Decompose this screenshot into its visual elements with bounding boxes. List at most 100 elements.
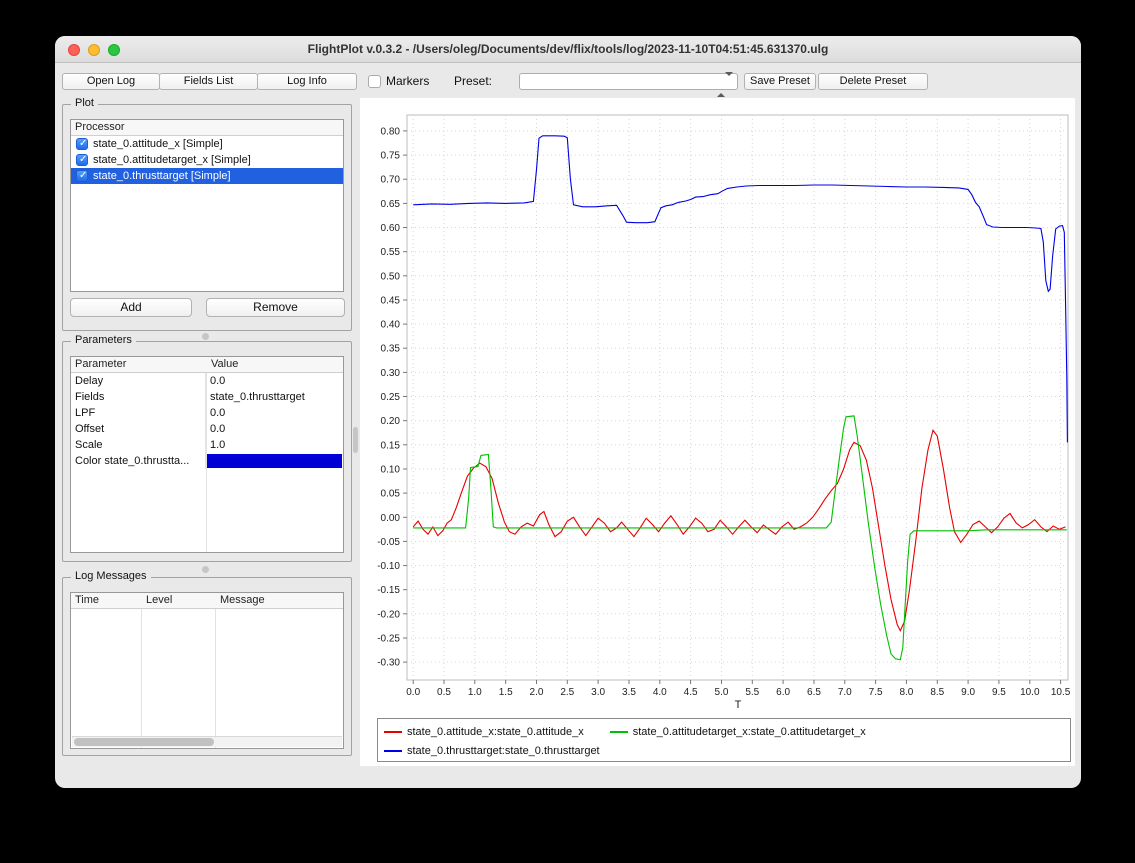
horizontal-scrollbar[interactable] bbox=[72, 736, 342, 747]
titlebar[interactable]: FlightPlot v.0.3.2 - /Users/oleg/Documen… bbox=[55, 36, 1081, 63]
svg-text:0.30: 0.30 bbox=[381, 368, 401, 379]
add-button[interactable]: Add bbox=[70, 298, 192, 317]
series-label: state_0.attitudetarget_x [Simple] bbox=[93, 154, 251, 166]
remove-button[interactable]: Remove bbox=[206, 298, 345, 317]
vertical-splitter-handle[interactable] bbox=[353, 427, 358, 453]
log-messages-table[interactable]: Time Level Message bbox=[70, 592, 344, 749]
series-label: state_0.attitude_x [Simple] bbox=[93, 138, 223, 150]
series-label: state_0.thrusttarget [Simple] bbox=[93, 170, 231, 182]
parameter-value[interactable]: state_0.thrusttarget bbox=[206, 389, 343, 405]
chart-canvas[interactable]: 0.800.750.700.650.600.550.500.450.400.35… bbox=[360, 98, 1075, 716]
svg-text:0.25: 0.25 bbox=[381, 392, 401, 403]
svg-text:-0.05: -0.05 bbox=[377, 537, 400, 548]
processor-table[interactable]: Processor state_0.attitude_x [Simple] st… bbox=[70, 119, 344, 292]
parameter-name: LPF bbox=[71, 405, 206, 421]
minimize-window-button[interactable] bbox=[88, 44, 100, 56]
column-divider bbox=[206, 357, 207, 552]
zoom-window-button[interactable] bbox=[108, 44, 120, 56]
preset-combobox[interactable] bbox=[519, 73, 738, 90]
splitter-handle[interactable] bbox=[202, 566, 209, 573]
plot-series-row[interactable]: state_0.attitude_x [Simple] bbox=[71, 136, 343, 152]
series-checkbox[interactable] bbox=[76, 154, 88, 166]
open-log-button[interactable]: Open Log bbox=[62, 73, 160, 90]
svg-text:1.5: 1.5 bbox=[499, 687, 513, 698]
svg-text:0.10: 0.10 bbox=[381, 465, 401, 476]
parameters-table-header: Parameter Value bbox=[71, 357, 343, 373]
parameters-table[interactable]: Parameter Value Delay 0.0 Fields state_0… bbox=[70, 356, 344, 553]
markers-label: Markers bbox=[386, 73, 429, 90]
svg-text:0.40: 0.40 bbox=[381, 320, 401, 331]
parameter-row[interactable]: Fields state_0.thrusttarget bbox=[71, 389, 343, 405]
svg-text:0.65: 0.65 bbox=[381, 199, 401, 210]
svg-text:9.0: 9.0 bbox=[961, 687, 975, 698]
svg-text:8.0: 8.0 bbox=[899, 687, 913, 698]
save-preset-button[interactable]: Save Preset bbox=[744, 73, 816, 90]
plot-series-row[interactable]: state_0.attitudetarget_x [Simple] bbox=[71, 152, 343, 168]
close-window-button[interactable] bbox=[68, 44, 80, 56]
svg-text:0.55: 0.55 bbox=[381, 247, 401, 258]
svg-text:1.0: 1.0 bbox=[468, 687, 482, 698]
svg-text:0.00: 0.00 bbox=[381, 513, 401, 524]
preset-label: Preset: bbox=[454, 73, 492, 90]
svg-text:3.5: 3.5 bbox=[622, 687, 636, 698]
log-table-header: Time Level Message bbox=[71, 593, 343, 609]
svg-text:8.5: 8.5 bbox=[930, 687, 944, 698]
svg-text:0.70: 0.70 bbox=[381, 175, 401, 186]
parameter-value[interactable]: 1.0 bbox=[206, 437, 343, 453]
blue-line-icon bbox=[384, 750, 402, 752]
plot-series-row[interactable]: state_0.thrusttarget [Simple] bbox=[71, 168, 343, 184]
svg-text:0.60: 0.60 bbox=[381, 223, 401, 234]
chart-holder[interactable]: 0.800.750.700.650.600.550.500.450.400.35… bbox=[360, 98, 1075, 721]
parameter-row[interactable]: Scale 1.0 bbox=[71, 437, 343, 453]
splitter-handle[interactable] bbox=[202, 333, 209, 340]
svg-text:7.5: 7.5 bbox=[869, 687, 883, 698]
svg-text:0.05: 0.05 bbox=[381, 489, 401, 500]
svg-text:2.0: 2.0 bbox=[530, 687, 544, 698]
legend-label: state_0.attitude_x:state_0.attitude_x bbox=[407, 726, 584, 738]
parameter-row[interactable]: Delay 0.0 bbox=[71, 373, 343, 389]
svg-text:0.50: 0.50 bbox=[381, 271, 401, 282]
parameters-group: Parameters Parameter Value Delay 0.0 Fie… bbox=[62, 341, 352, 562]
markers-checkbox[interactable] bbox=[368, 75, 381, 88]
processor-column-header: Processor bbox=[75, 120, 125, 135]
log-messages-group: Log Messages Time Level Message bbox=[62, 577, 352, 756]
series-checkbox[interactable] bbox=[76, 138, 88, 150]
legend-item: state_0.thrusttarget:state_0.thrusttarge… bbox=[384, 745, 600, 757]
log-info-button[interactable]: Log Info bbox=[257, 73, 357, 90]
scrollbar-thumb[interactable] bbox=[74, 738, 214, 746]
svg-text:-0.20: -0.20 bbox=[377, 609, 400, 620]
svg-text:T: T bbox=[735, 699, 742, 711]
delete-preset-button[interactable]: Delete Preset bbox=[818, 73, 928, 90]
parameter-value[interactable]: 0.0 bbox=[206, 405, 343, 421]
series-checkbox[interactable] bbox=[76, 170, 88, 182]
parameter-value[interactable]: 0.0 bbox=[206, 373, 343, 389]
svg-text:0.20: 0.20 bbox=[381, 416, 401, 427]
legend-label: state_0.thrusttarget:state_0.thrusttarge… bbox=[407, 745, 600, 757]
parameter-row[interactable]: Color state_0.thrustta... bbox=[71, 453, 343, 469]
color-swatch[interactable] bbox=[207, 454, 342, 468]
processor-table-header: Processor bbox=[71, 120, 343, 136]
legend-item: state_0.attitudetarget_x:state_0.attitud… bbox=[610, 726, 866, 738]
parameter-value[interactable]: 0.0 bbox=[206, 421, 343, 437]
svg-text:4.5: 4.5 bbox=[684, 687, 698, 698]
value-column-header: Value bbox=[211, 357, 238, 372]
svg-text:-0.25: -0.25 bbox=[377, 634, 400, 645]
svg-text:7.0: 7.0 bbox=[838, 687, 852, 698]
svg-text:0.15: 0.15 bbox=[381, 440, 401, 451]
plot-group-title: Plot bbox=[71, 97, 98, 109]
fields-list-button[interactable]: Fields List bbox=[159, 73, 258, 90]
level-column-header: Level bbox=[146, 593, 172, 608]
message-column-header: Message bbox=[220, 593, 265, 608]
svg-text:6.0: 6.0 bbox=[776, 687, 790, 698]
svg-text:0.45: 0.45 bbox=[381, 296, 401, 307]
svg-text:9.5: 9.5 bbox=[992, 687, 1006, 698]
svg-text:5.0: 5.0 bbox=[715, 687, 729, 698]
log-messages-group-title: Log Messages bbox=[71, 570, 151, 582]
parameter-name: Fields bbox=[71, 389, 206, 405]
parameter-value[interactable] bbox=[206, 453, 343, 469]
parameter-row[interactable]: Offset 0.0 bbox=[71, 421, 343, 437]
parameter-name: Color state_0.thrustta... bbox=[71, 453, 206, 469]
svg-text:0.0: 0.0 bbox=[406, 687, 420, 698]
parameter-row[interactable]: LPF 0.0 bbox=[71, 405, 343, 421]
column-divider bbox=[215, 593, 216, 748]
